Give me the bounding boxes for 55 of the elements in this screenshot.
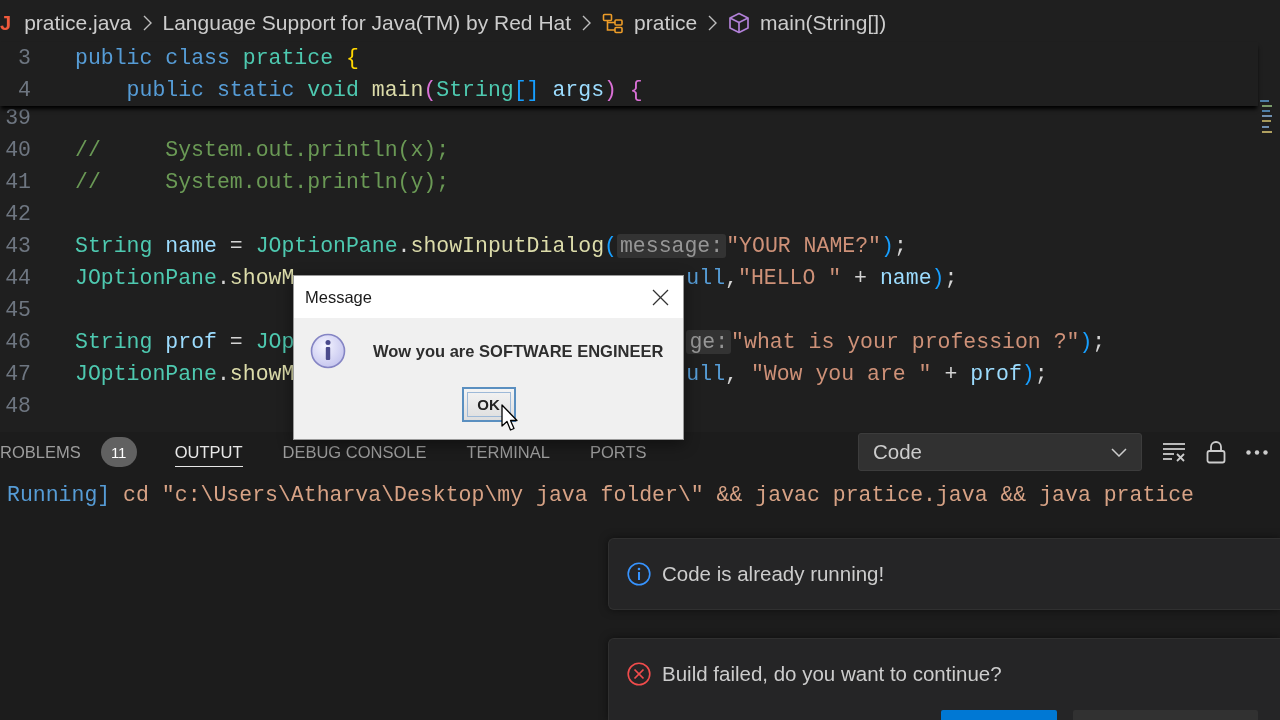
breadcrumb-item[interactable]: pratice bbox=[634, 11, 698, 35]
code-line: public class pratice { bbox=[75, 46, 359, 70]
panel-tab[interactable]: TERMINAL bbox=[446, 437, 570, 467]
chevron-icon bbox=[142, 15, 152, 31]
clear-output-icon[interactable] bbox=[1162, 442, 1186, 462]
line-number: 44 bbox=[4, 266, 31, 290]
code-line: String name = JOptionPane.showInputDialog(message:"YOUR NAME?"); bbox=[75, 234, 907, 258]
dialog-title: Message bbox=[305, 287, 372, 307]
close-icon bbox=[651, 288, 669, 306]
line-number: 43 bbox=[4, 234, 31, 258]
notification-message: Build failed, do you want to continue? bbox=[662, 662, 1002, 686]
code-text: JOptionPane.showM bbox=[75, 266, 295, 290]
line-number: 40 bbox=[4, 138, 31, 162]
breadcrumb-item[interactable]: main(String[]) bbox=[760, 11, 887, 35]
more-actions-icon[interactable] bbox=[1246, 449, 1268, 455]
line-number: 42 bbox=[4, 202, 31, 226]
notification-message: Code is already running! bbox=[662, 562, 885, 586]
line-number: 47 bbox=[4, 362, 31, 386]
error-icon bbox=[627, 662, 651, 686]
code-line: // System.out.println(x); bbox=[75, 138, 450, 162]
class-symbol-icon bbox=[602, 12, 625, 34]
code-text: ull, "Wow you are " + prof); bbox=[686, 362, 1048, 386]
code-line: public static void main(String[] args) { bbox=[125, 78, 643, 102]
chevron-down-icon bbox=[1111, 447, 1127, 457]
file-type-icon: J bbox=[0, 11, 12, 35]
cube-icon bbox=[728, 12, 751, 34]
ok-button[interactable]: OK bbox=[461, 387, 516, 422]
output-line: Running] cd "c:\Users\Atharva\Desktop\my java folder\" && javac pratice.java && java pratice bbox=[6, 482, 1195, 509]
line-number: 45 bbox=[4, 298, 31, 322]
code-text: ge:"what is your profession ?"); bbox=[686, 330, 1106, 354]
info-icon bbox=[627, 562, 651, 586]
breadcrumb-item[interactable]: Language Support for Java(TM) by Red Hat bbox=[162, 11, 572, 35]
line-number: 46 bbox=[4, 330, 31, 354]
code-text: ull,"HELLO " + name); bbox=[686, 266, 958, 290]
breadcrumb-item[interactable]: pratice.java bbox=[24, 11, 132, 35]
panel-tab[interactable]: ROBLEMS bbox=[0, 437, 101, 467]
code-line: // System.out.println(y); bbox=[75, 170, 450, 194]
line-number: 4 bbox=[17, 78, 31, 102]
dialog-message: Wow you are SOFTWARE ENGINEER bbox=[373, 341, 664, 361]
output-channel-dropdown[interactable]: Code bbox=[858, 433, 1142, 471]
line-number: 48 bbox=[4, 394, 31, 418]
code-text: String prof = JOp bbox=[75, 330, 295, 354]
mouse-pointer-icon bbox=[501, 404, 519, 432]
info-icon bbox=[310, 333, 346, 369]
line-number: 41 bbox=[4, 170, 31, 194]
panel-tab[interactable]: DEBUG CONSOLE bbox=[262, 437, 447, 467]
minimap-drawing bbox=[1260, 100, 1272, 134]
code-text: JOptionPane.showM bbox=[75, 362, 295, 386]
line-number: 3 bbox=[17, 46, 31, 70]
count-badge: 11 bbox=[100, 437, 137, 467]
panel-tab[interactable]: PORTS bbox=[569, 437, 667, 467]
chevron-icon bbox=[708, 15, 718, 31]
line-number: 39 bbox=[4, 106, 31, 130]
chevron-icon bbox=[582, 15, 592, 31]
lock-icon[interactable] bbox=[1206, 440, 1226, 464]
